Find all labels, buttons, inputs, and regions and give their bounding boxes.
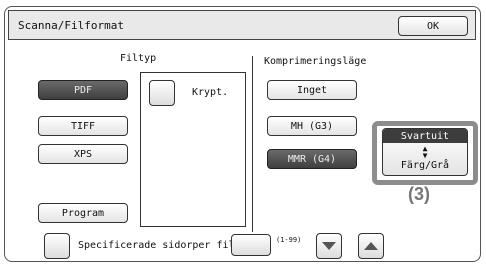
encrypt-checkbox[interactable] [149,80,175,106]
callout-label: (3) [408,184,430,204]
range-hint: (1-99) [276,236,302,244]
tiff-button[interactable]: TIFF [38,116,128,136]
section-divider [252,56,253,232]
decrement-button[interactable] [316,233,342,259]
down-arrow-icon [322,242,336,250]
filetype-heading: Filtyp [120,53,157,64]
compression-heading: Komprimeringsläge [264,56,367,67]
toggle-option-color: Färg/Grå [400,160,450,171]
program-button[interactable]: Program [38,203,128,223]
encrypt-label: Krypt. [192,87,229,98]
pages-per-file-label: Specificerade sidorper fil [78,240,235,251]
toggle-option-bw: Svartuit [383,129,467,143]
up-arrow-icon [364,242,378,250]
ok-button[interactable]: OK [398,16,468,36]
compression-none-button[interactable]: Inget [267,80,357,100]
pdf-button[interactable]: PDF [38,80,128,100]
pages-per-file-input[interactable] [231,234,271,256]
pages-per-file-checkbox[interactable] [44,233,70,259]
xps-button[interactable]: XPS [38,144,128,164]
color-mode-toggle[interactable]: Svartuit ▲ ▼ Färg/Grå [382,128,468,176]
dialog-title: Scanna/Filformat [18,19,124,32]
compression-mh-button[interactable]: MH (G3) [267,116,357,136]
compression-mmr-button[interactable]: MMR (G4) [267,149,357,169]
increment-button[interactable] [358,233,384,259]
up-down-arrows-icon: ▲ ▼ [422,144,428,160]
